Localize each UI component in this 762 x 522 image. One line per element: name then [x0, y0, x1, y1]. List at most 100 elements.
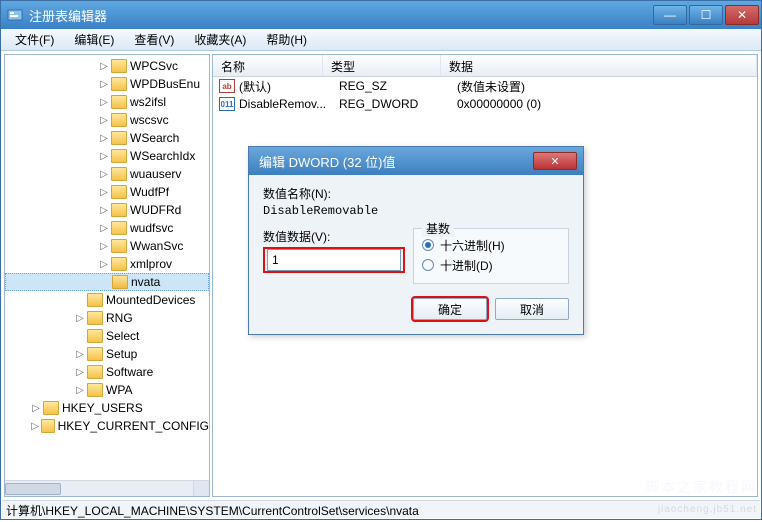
folder-icon: [111, 257, 127, 271]
expand-icon[interactable]: ▷: [75, 367, 85, 377]
expand-icon[interactable]: ▷: [99, 61, 109, 71]
tree-item-RNG[interactable]: ▷ RNG: [5, 309, 209, 327]
cell-name: DisableRemov...: [239, 97, 331, 111]
menu-favorites[interactable]: 收藏夹(A): [184, 29, 256, 50]
dialog-close-button[interactable]: ✕: [533, 152, 577, 170]
expand-icon[interactable]: ▷: [99, 259, 109, 269]
tree-item-label: RNG: [106, 311, 133, 325]
value-data-input[interactable]: [267, 249, 401, 271]
folder-icon: [87, 293, 103, 307]
tree-item-label: WPDBusEnu: [130, 77, 200, 91]
ok-button[interactable]: 确定: [413, 298, 487, 320]
expand-icon[interactable]: ▷: [75, 313, 85, 323]
tree-item-HKEY_CURRENT_CONFIG[interactable]: ▷HKEY_CURRENT_CONFIG: [5, 417, 209, 435]
tree-item-WPA[interactable]: ▷ WPA: [5, 381, 209, 399]
expand-icon[interactable]: ▷: [99, 133, 109, 143]
folder-icon: [87, 383, 103, 397]
expand-icon[interactable]: ▷: [75, 385, 85, 395]
tree-item-WPDBusEnu[interactable]: ▷ WPDBusEnu: [5, 75, 209, 93]
folder-icon: [111, 131, 127, 145]
folder-icon: [41, 419, 54, 433]
tree-item-wudfsvc[interactable]: ▷ wudfsvc: [5, 219, 209, 237]
menu-edit[interactable]: 编辑(E): [64, 29, 124, 50]
expand-icon[interactable]: ▷: [99, 205, 109, 215]
tree-item-wscsvc[interactable]: ▷ wscsvc: [5, 111, 209, 129]
col-type[interactable]: 类型: [323, 55, 441, 76]
tree-item-label: wudfsvc: [130, 221, 173, 235]
tree-item-label: WPA: [106, 383, 132, 397]
value-name-readonly: DisableRemovable: [263, 204, 569, 218]
expand-icon[interactable]: [75, 295, 85, 305]
radio-dec-row[interactable]: 十进制(D): [422, 255, 560, 275]
tree-item-label: nvata: [131, 275, 160, 289]
value-name-label: 数值名称(N):: [263, 185, 569, 202]
menu-view[interactable]: 查看(V): [124, 29, 184, 50]
tree-item-WPCSvc[interactable]: ▷ WPCSvc: [5, 57, 209, 75]
cell-type: REG_SZ: [331, 79, 449, 93]
expand-icon[interactable]: ▷: [99, 241, 109, 251]
col-data[interactable]: 数据: [441, 55, 757, 76]
tree-item-WudfPf[interactable]: ▷ WudfPf: [5, 183, 209, 201]
folder-icon: [87, 329, 103, 343]
expand-icon[interactable]: ▷: [99, 79, 109, 89]
expand-icon[interactable]: [100, 277, 110, 287]
minimize-button[interactable]: —: [653, 5, 687, 25]
menu-file[interactable]: 文件(F): [5, 29, 64, 50]
tree-item-wuauserv[interactable]: ▷wuauserv: [5, 165, 209, 183]
folder-icon: [111, 221, 127, 235]
value-data-label: 数值数据(V):: [263, 228, 413, 245]
tree-item-nvata[interactable]: nvata: [5, 273, 209, 291]
tree-item-Software[interactable]: ▷Software: [5, 363, 209, 381]
tree-item-label: WudfPf: [130, 185, 169, 199]
tree-item-ws2ifsl[interactable]: ▷ws2ifsl: [5, 93, 209, 111]
maximize-button[interactable]: ☐: [689, 5, 723, 25]
close-button[interactable]: ✕: [725, 5, 759, 25]
col-name[interactable]: 名称: [213, 55, 323, 76]
tree-item-label: Select: [106, 329, 139, 343]
tree-panel[interactable]: ▷WPCSvc▷WPDBusEnu▷ws2ifsl▷wscsvc▷WSearch…: [4, 54, 210, 497]
tree-item-label: wscsvc: [130, 113, 169, 127]
list-header[interactable]: 名称 类型 数据: [213, 55, 757, 77]
expand-icon[interactable]: ▷: [31, 403, 41, 413]
dword-icon: 011: [219, 97, 235, 111]
tree-item-Setup[interactable]: ▷Setup: [5, 345, 209, 363]
window-title: 注册表编辑器: [29, 6, 107, 25]
folder-icon: [87, 311, 103, 325]
tree-item-HKEY_USERS[interactable]: ▷HKEY_USERS: [5, 399, 209, 417]
tree-item-WwanSvc[interactable]: ▷WwanSvc: [5, 237, 209, 255]
radio-hex-row[interactable]: 十六进制(H): [422, 235, 560, 255]
tree-item-xmlprov[interactable]: ▷ xmlprov: [5, 255, 209, 273]
tree-item-Select[interactable]: Select: [5, 327, 209, 345]
tree-item-label: xmlprov: [130, 257, 172, 271]
tree-hscrollbar[interactable]: [5, 480, 209, 496]
tree-item-label: WPCSvc: [130, 59, 178, 73]
folder-icon: [111, 77, 127, 91]
list-item[interactable]: 011DisableRemov...REG_DWORD0x00000000 (0…: [213, 95, 757, 113]
folder-icon: [111, 149, 127, 163]
edit-dword-dialog: 编辑 DWORD (32 位)值 ✕ 数值名称(N): DisableRemov…: [248, 146, 584, 335]
statusbar: 计算机\HKEY_LOCAL_MACHINE\SYSTEM\CurrentCon…: [2, 500, 760, 518]
tree-item-WSearch[interactable]: ▷WSearch: [5, 129, 209, 147]
cancel-button[interactable]: 取消: [495, 298, 569, 320]
tree-item-WSearchIdx[interactable]: ▷WSearchIdx: [5, 147, 209, 165]
titlebar[interactable]: 注册表编辑器 — ☐ ✕: [1, 1, 761, 29]
radio-hex[interactable]: [422, 239, 434, 251]
folder-icon: [87, 365, 103, 379]
expand-icon[interactable]: ▷: [99, 169, 109, 179]
expand-icon[interactable]: ▷: [99, 223, 109, 233]
list-item[interactable]: ab(默认)REG_SZ(数值未设置): [213, 77, 757, 95]
expand-icon[interactable]: ▷: [99, 115, 109, 125]
radio-dec[interactable]: [422, 259, 434, 271]
expand-icon[interactable]: ▷: [99, 187, 109, 197]
menu-help[interactable]: 帮助(H): [256, 29, 317, 50]
dialog-titlebar[interactable]: 编辑 DWORD (32 位)值 ✕: [249, 147, 583, 175]
tree-item-WUDFRd[interactable]: ▷WUDFRd: [5, 201, 209, 219]
menubar: 文件(F) 编辑(E) 查看(V) 收藏夹(A) 帮助(H): [1, 29, 761, 51]
expand-icon[interactable]: [75, 331, 85, 341]
tree-item-MountedDevices[interactable]: MountedDevices: [5, 291, 209, 309]
expand-icon[interactable]: ▷: [31, 421, 39, 431]
expand-icon[interactable]: ▷: [75, 349, 85, 359]
cell-type: REG_DWORD: [331, 97, 449, 111]
expand-icon[interactable]: ▷: [99, 97, 109, 107]
expand-icon[interactable]: ▷: [99, 151, 109, 161]
